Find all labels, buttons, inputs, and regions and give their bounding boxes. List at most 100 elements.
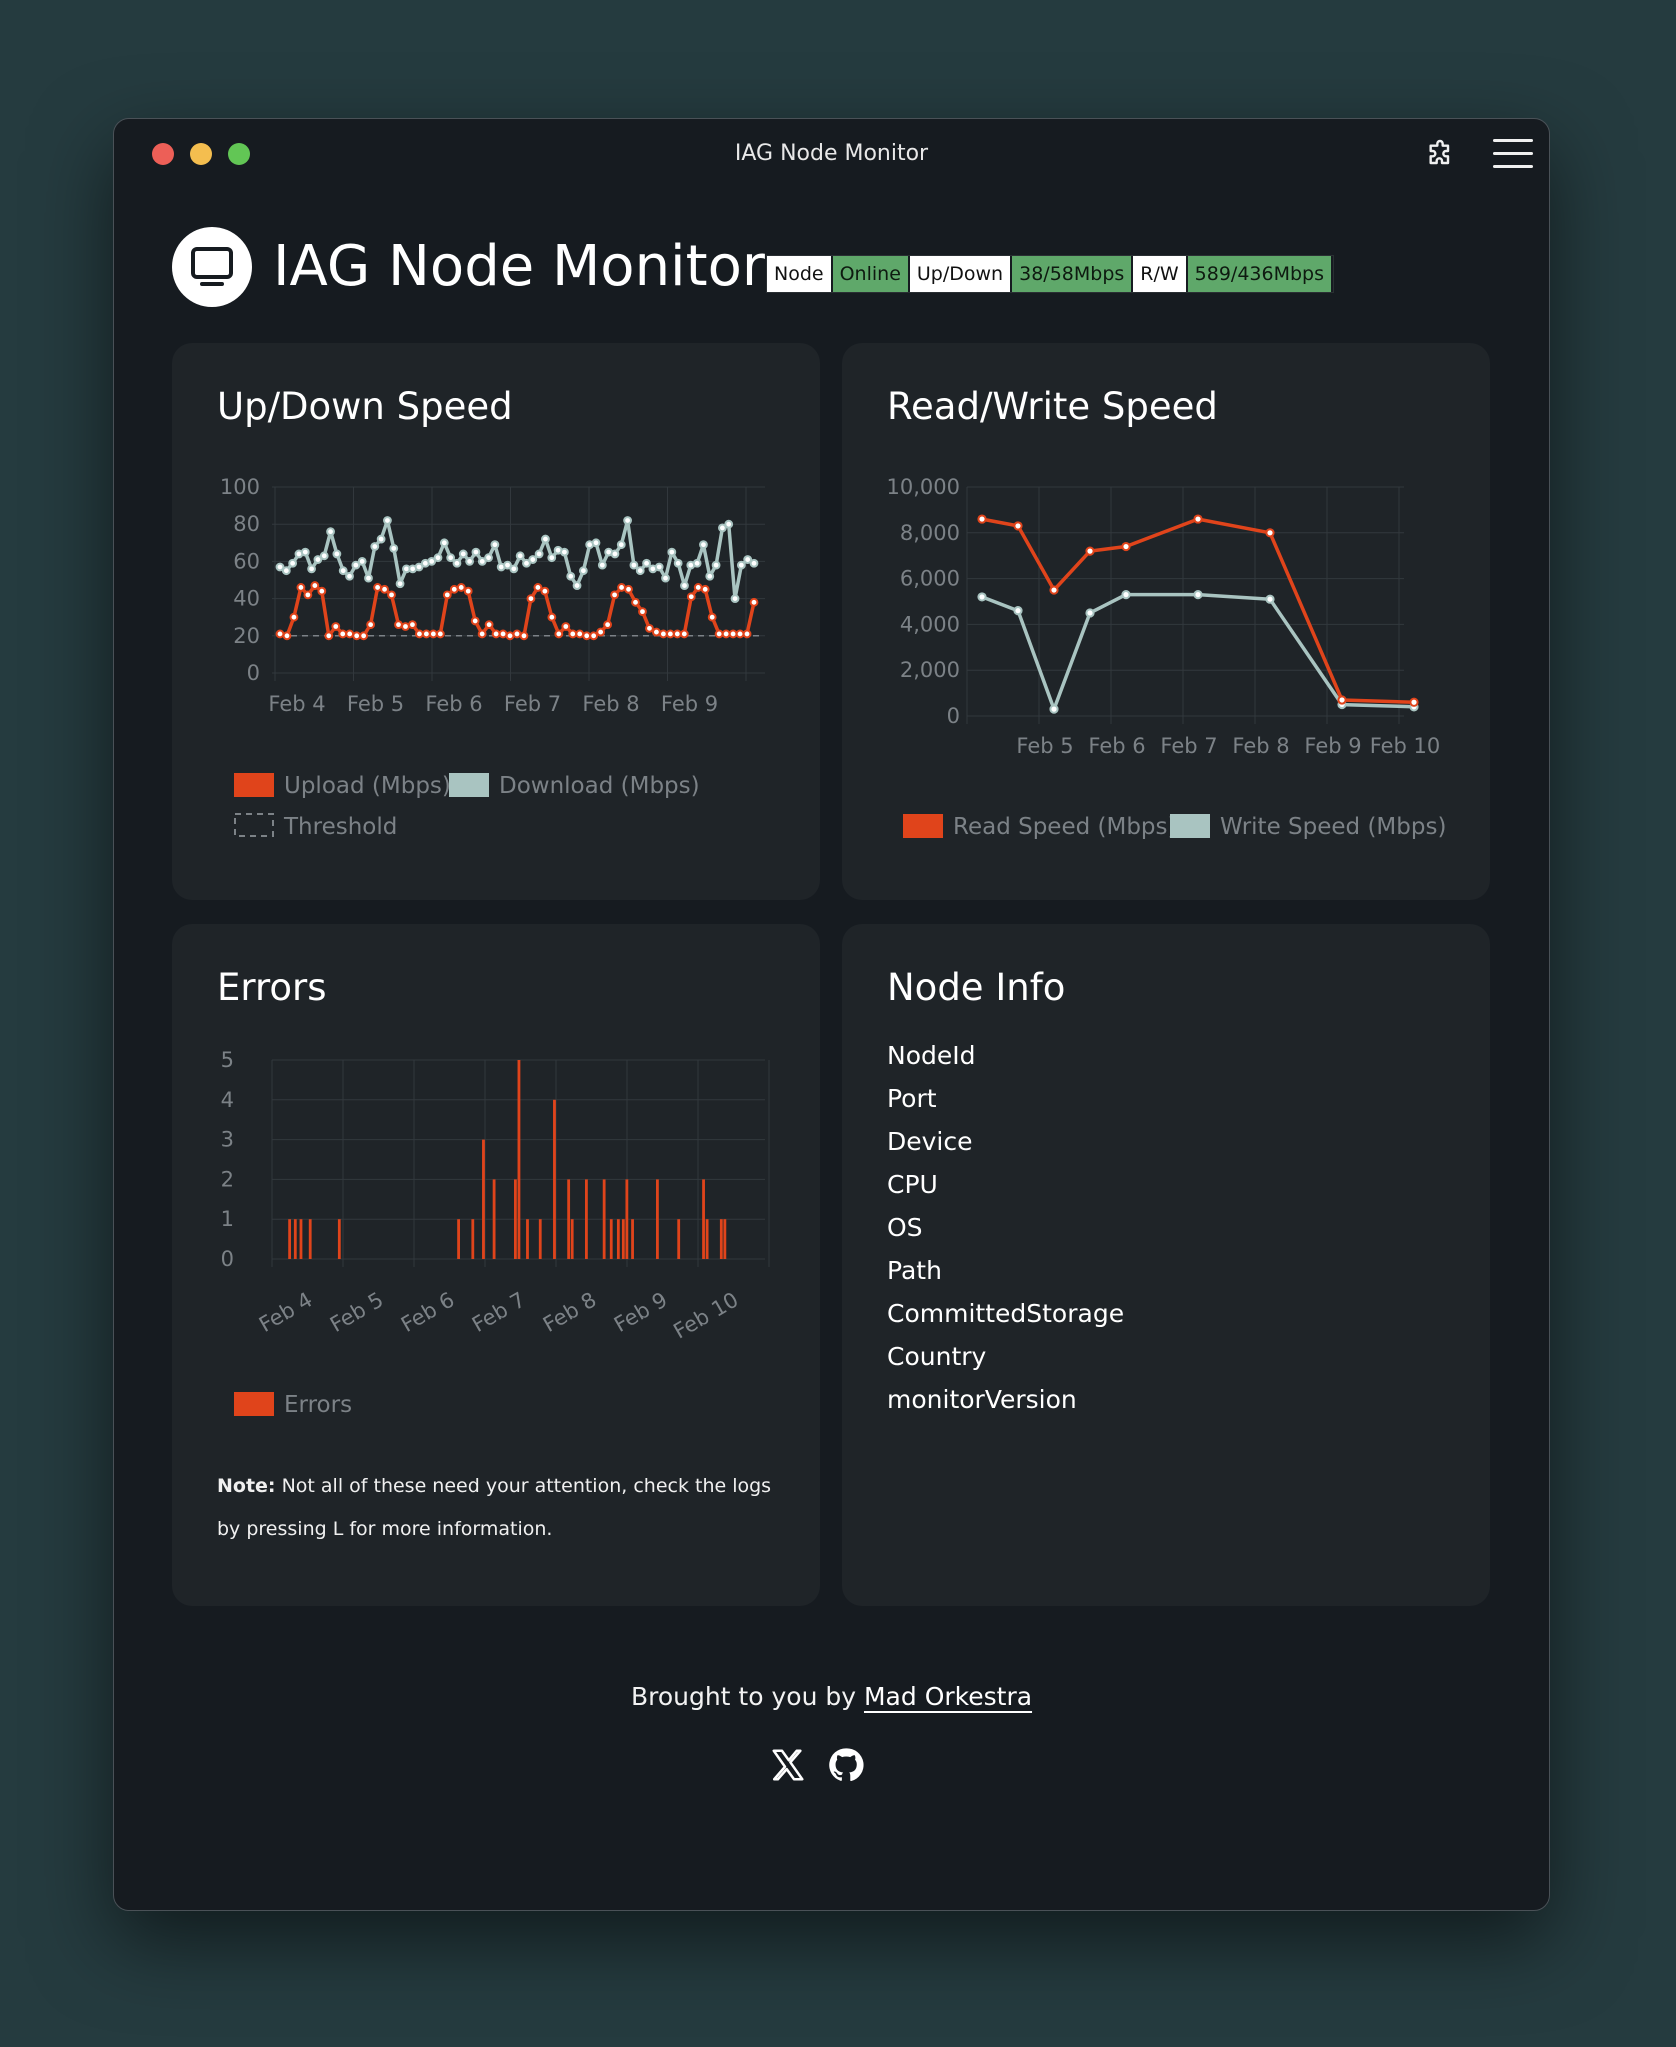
readwrite-chart: 0 2,000 4,000 6,000 8,000 10,000 Feb 5 Feb 6 Feb… — [887, 475, 1447, 840]
data-point — [1121, 541, 1131, 552]
data-point — [560, 547, 569, 557]
x-tick-label: Feb 8 — [1232, 734, 1289, 758]
data-point — [307, 564, 317, 574]
info-row-cpu: CPU — [887, 1170, 1447, 1213]
errors-chart: 0 1 2 3 4 5 Feb 4 Feb 5 Feb 6 Feb 7 Feb 8 Feb 9Feb … — [221, 1048, 770, 1418]
data-point — [661, 573, 670, 583]
data-point — [554, 629, 564, 639]
data-point — [452, 558, 462, 568]
puzzle-icon[interactable] — [1424, 139, 1456, 171]
data-point — [373, 583, 382, 592]
data-point — [303, 590, 313, 600]
data-point — [624, 584, 633, 594]
y-tick-label: 1 — [221, 1207, 234, 1231]
y-tick-label: 2,000 — [900, 658, 960, 682]
y-tick-label: 0 — [947, 704, 960, 728]
y-tick-label: 80 — [233, 512, 260, 536]
badge-node-status: Online — [832, 256, 910, 292]
error-bar — [656, 1179, 659, 1259]
y-tick-label: 4 — [221, 1088, 234, 1112]
y-tick-label: 0 — [221, 1247, 234, 1271]
info-key: monitorVersion — [887, 1385, 1077, 1414]
data-point — [540, 586, 550, 596]
data-point — [635, 566, 645, 576]
error-bar — [631, 1219, 634, 1259]
data-point — [699, 540, 708, 550]
series-line-read — [981, 517, 1415, 705]
data-point — [319, 551, 329, 561]
data-point — [547, 553, 557, 563]
y-tick-label: 8,000 — [900, 521, 960, 545]
data-point — [357, 557, 367, 566]
data-point — [645, 623, 654, 633]
y-tick-label: 3 — [221, 1128, 234, 1152]
data-point — [387, 590, 396, 600]
x-tick-label: Feb 8 — [539, 1288, 601, 1337]
data-point — [332, 549, 342, 559]
info-row-country: Country — [887, 1342, 1447, 1385]
data-point — [1013, 521, 1023, 531]
x-tick-label: Feb 9 — [1304, 734, 1361, 758]
data-point — [498, 629, 508, 639]
data-point — [610, 549, 620, 559]
data-point — [366, 620, 376, 630]
data-point — [561, 622, 571, 631]
badge-rw-label: R/W — [1133, 256, 1188, 292]
data-point — [736, 560, 746, 570]
data-point — [359, 631, 369, 641]
data-point — [658, 629, 668, 639]
data-point — [484, 620, 494, 630]
info-key: Path — [887, 1256, 942, 1285]
github-icon[interactable] — [827, 1745, 865, 1785]
error-bar — [308, 1219, 312, 1259]
data-point — [310, 581, 320, 590]
legend-label-errors: Errors — [284, 1392, 352, 1418]
data-point — [1049, 704, 1059, 714]
data-point — [463, 586, 473, 596]
data-point — [528, 555, 538, 564]
legend-label-read: Read Speed (Mbps) — [953, 814, 1177, 840]
badge-node-label: Node — [767, 256, 833, 292]
data-point — [707, 612, 717, 622]
data-point — [603, 620, 613, 630]
x-tick-label: Feb 7 — [504, 692, 561, 716]
data-point — [597, 560, 607, 570]
node-info-card: Node Info NodeId Port Device CPU OS Path… — [842, 924, 1490, 1606]
data-point — [512, 629, 522, 639]
info-key: Port — [887, 1084, 937, 1113]
data-point — [582, 631, 592, 641]
data-point — [345, 629, 355, 639]
x-logo-icon[interactable] — [769, 1745, 807, 1785]
mad-orkestra-link[interactable]: Mad Orkestra — [864, 1682, 1032, 1711]
monitor-icon — [172, 227, 252, 307]
data-point — [408, 620, 417, 630]
error-bar — [621, 1219, 625, 1259]
updown-chart: 0 20 40 60 80 100 Feb 4 Feb 5 Feb 6 Feb 7 Feb 8 Feb… — [220, 475, 765, 840]
errors-card: Errors 0 1 2 3 4 5 Feb 4 Feb 5 Feb 6 Feb 7 Feb 8 Fe… — [172, 924, 820, 1606]
data-point — [370, 542, 380, 551]
info-key: Device — [887, 1127, 973, 1156]
legend-swatch-upload — [234, 773, 274, 797]
error-bar — [705, 1219, 709, 1259]
data-point — [623, 516, 633, 525]
data-point — [679, 629, 689, 639]
data-point — [428, 629, 438, 639]
data-point — [1409, 697, 1419, 707]
data-point — [526, 594, 536, 604]
data-point — [435, 629, 445, 639]
data-point — [568, 629, 578, 639]
data-point — [505, 631, 515, 641]
error-bar — [482, 1139, 485, 1259]
x-tick-label: Feb 8 — [582, 692, 639, 716]
data-point — [394, 620, 403, 630]
error-bar — [570, 1219, 574, 1259]
hamburger-menu-icon[interactable] — [1493, 139, 1533, 173]
data-point — [376, 534, 386, 544]
data-point — [296, 583, 306, 592]
data-point — [1049, 585, 1059, 595]
data-point — [642, 558, 651, 568]
data-point — [281, 566, 291, 576]
x-tick-label: Feb 6 — [1088, 734, 1145, 758]
data-point — [289, 612, 299, 622]
x-tick-label: Feb 4 — [255, 1288, 317, 1337]
